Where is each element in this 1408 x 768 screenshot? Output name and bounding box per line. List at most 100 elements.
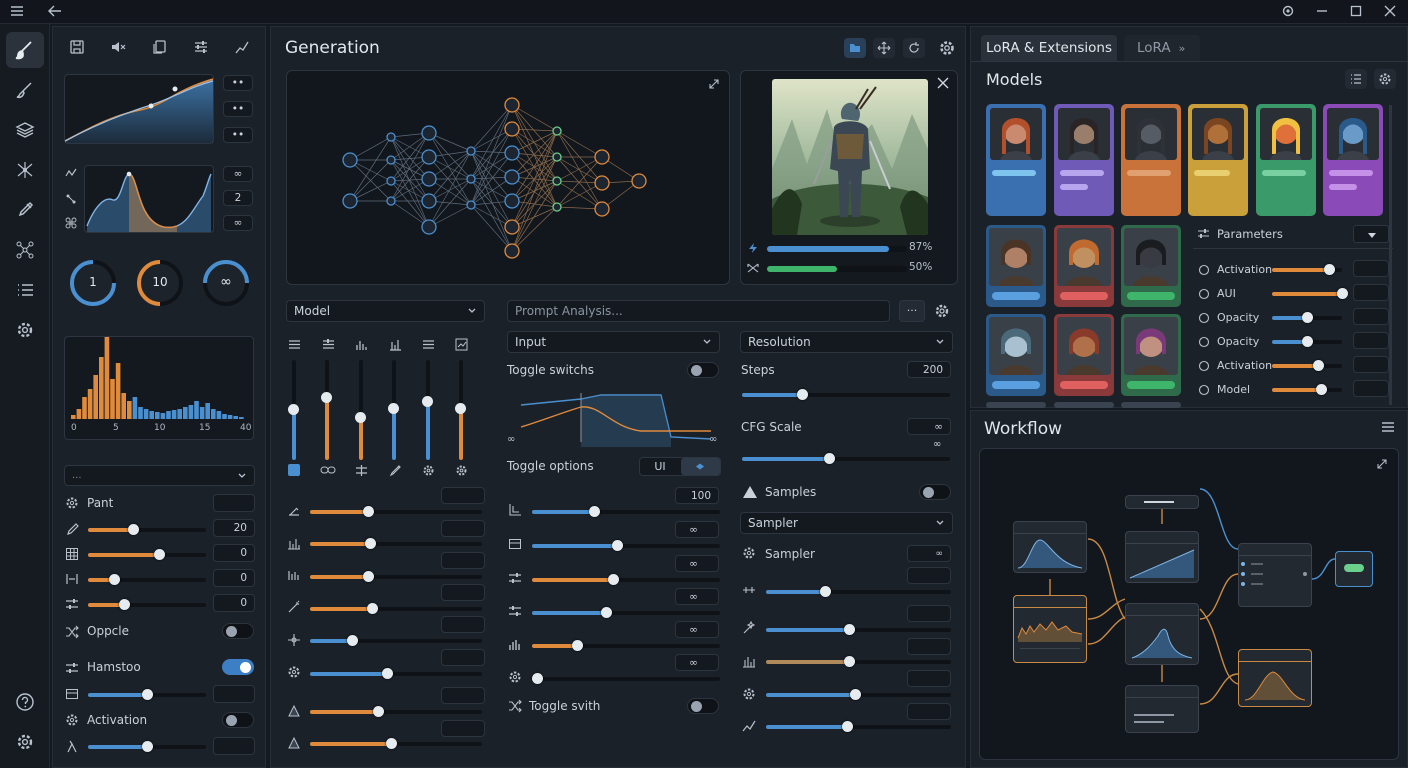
stepper-2[interactable]: ∞ <box>223 215 253 231</box>
minimize-icon[interactable] <box>1316 4 1328 18</box>
node-bell[interactable] <box>1238 649 1312 707</box>
small-button[interactable]: ∞ <box>223 166 253 182</box>
parameter-field[interactable] <box>1353 308 1389 325</box>
gear-icon[interactable] <box>934 303 950 319</box>
model-card[interactable] <box>1188 104 1248 216</box>
gslider-6[interactable] <box>310 668 482 679</box>
dots-button[interactable]: •• <box>223 127 253 143</box>
knob-3[interactable]: ∞ <box>201 258 251 308</box>
model-card[interactable] <box>1121 225 1181 307</box>
rfield[interactable] <box>907 638 951 655</box>
sliders-icon[interactable] <box>193 39 209 55</box>
model-card[interactable] <box>1256 104 1316 216</box>
menu-icon[interactable] <box>10 5 24 17</box>
gslider-8[interactable] <box>310 738 482 749</box>
help-button[interactable] <box>6 684 44 720</box>
copy-icon[interactable] <box>152 39 168 55</box>
sampler-dropdown[interactable]: Sampler <box>740 512 953 534</box>
row-field[interactable] <box>441 552 485 569</box>
slider-5-field[interactable] <box>213 685 255 703</box>
model-card-partial[interactable] <box>1054 402 1114 408</box>
mid-field-3[interactable]: ∞ <box>675 555 719 572</box>
gear-icon[interactable] <box>455 464 468 477</box>
segmented-control[interactable]: UI <box>639 457 721 476</box>
input-dropdown[interactable]: Input <box>507 331 720 353</box>
hamburger-icon[interactable] <box>1381 421 1395 433</box>
more-button[interactable]: ··· <box>899 300 925 322</box>
mslider-6[interactable] <box>532 673 720 684</box>
slider-5[interactable] <box>88 689 206 700</box>
gslider-1[interactable] <box>310 506 482 517</box>
hamstoo-toggle[interactable] <box>222 659 254 675</box>
row-field[interactable] <box>441 520 485 537</box>
resolution-dropdown[interactable]: Resolution <box>740 331 953 353</box>
model-card-partial[interactable] <box>986 402 1046 408</box>
gslider-2[interactable] <box>310 538 482 549</box>
parameters-dropdown[interactable] <box>1353 225 1389 243</box>
rslider-3[interactable] <box>766 656 951 667</box>
network-button[interactable] <box>6 152 44 188</box>
color-swatch-icon[interactable] <box>288 464 300 476</box>
steps-value[interactable]: 200 <box>907 361 951 378</box>
close-window-icon[interactable] <box>1384 4 1396 18</box>
slider-4-value[interactable]: 0 <box>213 594 255 612</box>
parameter-slider[interactable] <box>1272 336 1342 347</box>
parameter-field[interactable] <box>1353 260 1389 277</box>
brush-tool-button[interactable] <box>6 32 44 68</box>
graph-icon[interactable] <box>234 39 250 55</box>
gslider-4[interactable] <box>310 603 482 614</box>
pen-icon[interactable] <box>389 464 402 477</box>
model-card[interactable] <box>1054 104 1114 216</box>
mslider-5[interactable] <box>532 640 720 651</box>
rfield[interactable] <box>907 567 951 584</box>
vslider-5[interactable] <box>422 360 433 460</box>
move-button[interactable] <box>873 38 895 58</box>
parameter-slider[interactable] <box>1272 288 1348 299</box>
oppcle-toggle[interactable] <box>222 623 254 639</box>
segment-ui[interactable]: UI <box>640 458 680 475</box>
align-icon[interactable] <box>355 464 368 477</box>
models-settings-button[interactable] <box>1374 69 1396 89</box>
row-field[interactable] <box>441 649 485 666</box>
model-card[interactable] <box>1054 314 1114 396</box>
knob-2[interactable]: 10 <box>135 258 185 308</box>
workflow-canvas[interactable] <box>979 448 1399 760</box>
vslider-3[interactable] <box>355 360 366 460</box>
prompt-input[interactable]: Prompt Analysis... <box>507 300 890 322</box>
parameter-slider[interactable] <box>1272 264 1342 275</box>
node-output[interactable] <box>1125 685 1199 733</box>
slider-1[interactable] <box>88 524 206 535</box>
gear-icon[interactable] <box>422 464 435 477</box>
node-noise[interactable] <box>1013 595 1087 663</box>
vslider-1[interactable] <box>288 360 299 460</box>
cfg-slider[interactable] <box>742 453 950 464</box>
mid-field-1[interactable]: 100 <box>675 487 719 504</box>
curve-graph-1[interactable] <box>64 74 214 144</box>
refresh-button[interactable] <box>903 38 925 58</box>
rfield[interactable] <box>907 605 951 622</box>
rslider-1[interactable] <box>766 586 951 597</box>
parameter-field[interactable] <box>1353 356 1389 373</box>
mslider-1[interactable] <box>532 506 720 517</box>
slider-4[interactable] <box>88 599 206 610</box>
node-peak[interactable] <box>1125 603 1199 665</box>
node-ramp[interactable] <box>1125 531 1199 583</box>
stepper-1[interactable]: 2 <box>223 190 253 206</box>
mid-field-4[interactable]: ∞ <box>675 588 719 605</box>
steps-slider[interactable] <box>742 389 950 400</box>
row-field[interactable] <box>441 616 485 633</box>
nodes-button[interactable] <box>6 232 44 268</box>
paint-tool-button[interactable] <box>6 72 44 108</box>
model-card[interactable] <box>986 314 1046 396</box>
parameter-field[interactable] <box>1353 380 1389 397</box>
mute-icon[interactable] <box>110 39 126 55</box>
mslider-3[interactable] <box>532 574 720 585</box>
parameter-slider[interactable] <box>1272 312 1342 323</box>
node-preview[interactable] <box>1335 551 1373 587</box>
model-card[interactable] <box>986 104 1046 216</box>
model-card-partial[interactable] <box>1121 402 1181 408</box>
row-field[interactable] <box>441 720 485 737</box>
mid-field-2[interactable]: ∞ <box>675 521 719 538</box>
link-icon[interactable] <box>320 464 336 476</box>
samples-toggle[interactable] <box>919 484 951 500</box>
